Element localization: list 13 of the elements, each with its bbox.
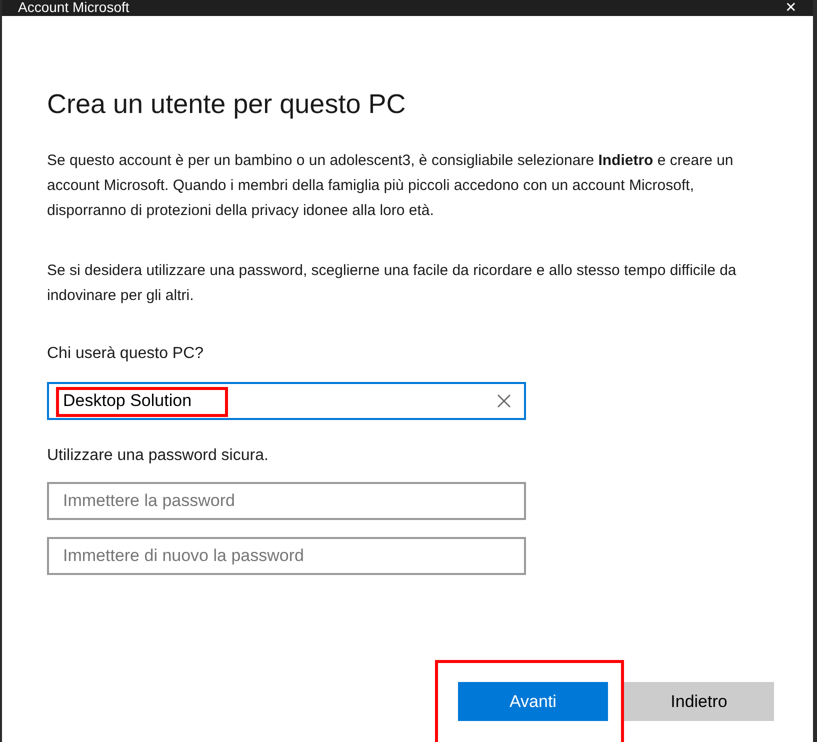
password-field[interactable]: Immettere di nuovo la password — [47, 537, 526, 575]
field-label: Chi userà questo PC? — [47, 344, 205, 364]
password-field[interactable]: Immettere la password — [47, 482, 526, 520]
page-heading: Crea un utente per questo PC — [47, 88, 407, 121]
close-button[interactable]: ✕ — [785, 0, 797, 15]
description-text: Se si desidera utilizzare una password, sceglierne una facile da ricordare e allo stesso tempo difficile da indovinare per gli altri. — [47, 261, 738, 306]
name-field[interactable]: Desktop Solution — [47, 382, 526, 420]
window-title: Account Microsoft — [18, 0, 130, 15]
field-label: Utilizzare una password sicura. — [47, 446, 270, 466]
description-text: Se questo account è per un bambino o un adolescent3, è consigliabile selezionare Indietro e creare un account Microsoft. Quando i membri della famiglia più piccoli accedono con un account Microsoft, disporranno di protezioni della privacy idonee alla loro età. — [47, 151, 734, 221]
dialog-button[interactable]: Indietro — [624, 682, 774, 721]
dialog-button[interactable]: Avanti — [458, 682, 608, 721]
clear-icon[interactable] — [496, 393, 512, 409]
